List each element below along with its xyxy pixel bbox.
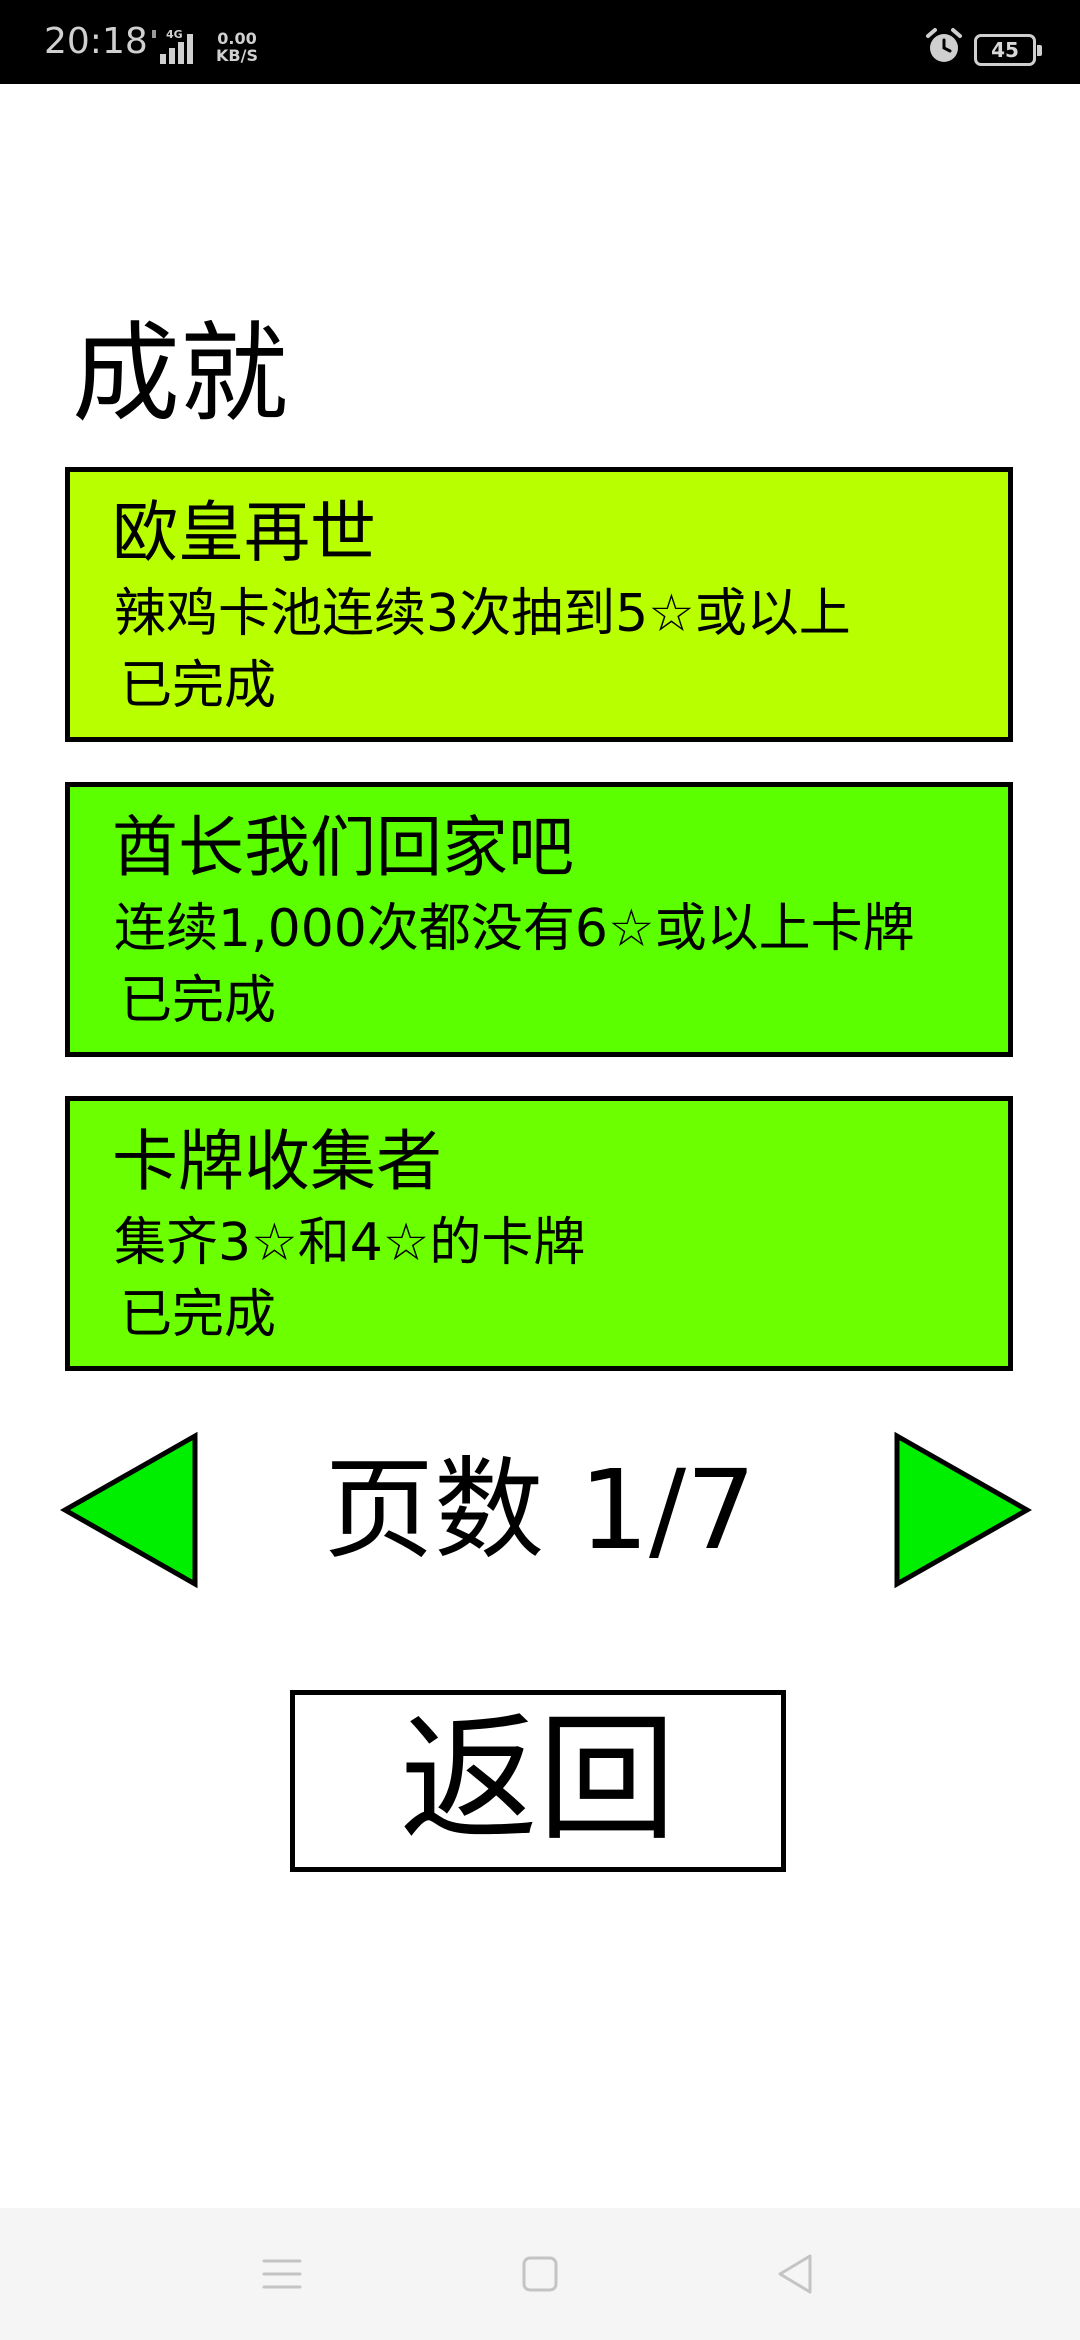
next-page-arrow-icon[interactable] — [892, 1430, 1032, 1590]
achievement-description: 辣鸡卡池连续3次抽到5☆或以上 — [114, 584, 851, 644]
achievement-title: 欧皇再世 — [112, 494, 376, 571]
status-time: 20:18 — [44, 21, 148, 62]
achievement-card: 酋长我们回家吧 连续1,000次都没有6☆或以上卡牌 已完成 — [65, 782, 1013, 1057]
achievement-description: 集齐3☆和4☆的卡牌 — [114, 1213, 586, 1273]
navigation-bar — [0, 2208, 1080, 2340]
prev-page-arrow-icon[interactable] — [60, 1430, 200, 1590]
achievement-card: 欧皇再世 辣鸡卡池连续3次抽到5☆或以上 已完成 — [65, 467, 1013, 742]
achievement-description: 连续1,000次都没有6☆或以上卡牌 — [114, 899, 915, 959]
home-square-icon[interactable] — [510, 2244, 570, 2304]
alarm-icon — [926, 28, 962, 62]
achievement-card: 卡牌收集者 集齐3☆和4☆的卡牌 已完成 — [65, 1096, 1013, 1371]
page-indicator: 页数 1/7 — [324, 1446, 756, 1574]
page-title: 成就 — [72, 312, 289, 437]
achievement-status: 已完成 — [120, 971, 277, 1031]
speed-value: 0.00 — [217, 29, 257, 48]
menu-icon[interactable] — [252, 2244, 312, 2304]
achievement-title: 卡牌收集者 — [112, 1123, 442, 1200]
network-type: 4G — [166, 28, 183, 41]
status-bar: 20:18 4G 0.00 KB/S 45 — [0, 0, 1080, 84]
signal-icon: 4G — [152, 28, 193, 64]
achievement-status: 已完成 — [120, 1285, 277, 1345]
back-triangle-icon[interactable] — [766, 2244, 826, 2304]
achievement-title: 酋长我们回家吧 — [112, 809, 574, 886]
achievement-status: 已完成 — [120, 656, 277, 716]
battery-icon: 45 — [974, 34, 1042, 66]
speed-unit: KB/S — [216, 46, 258, 65]
back-button[interactable]: 返回 — [290, 1690, 786, 1872]
network-speed: 0.00 KB/S — [216, 30, 258, 64]
